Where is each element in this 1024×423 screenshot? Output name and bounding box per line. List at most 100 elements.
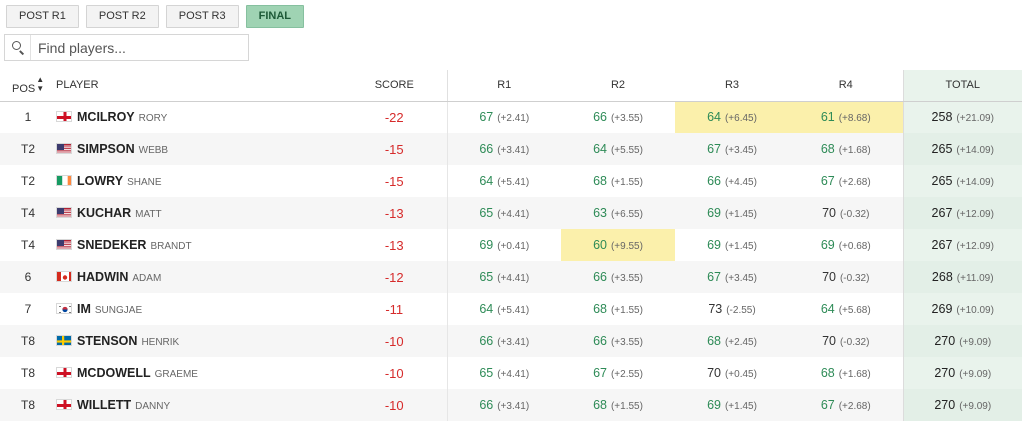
player-first-name: ADAM [132,273,162,284]
round-strokes-gained: (+0.45) [724,369,757,380]
player-last-name: KUCHAR [77,206,132,220]
round-strokes-gained: (+1.68) [838,369,871,380]
player-row[interactable]: T2 SIMPSON WEBB -15 66 (+3.41) 64 (+5.55) 67 (+3.… [0,133,1022,165]
round-1-cell: 66 (+3.41) [446,133,561,165]
score-cell: -13 [342,197,447,229]
total-strokes: 258 [931,110,953,125]
round-strokes: 64 [479,174,494,188]
total-strokes: 270 [934,366,956,380]
col-pos-header[interactable]: POS▲ ▼ [0,70,56,102]
col-r1-header[interactable]: R1 [446,70,561,102]
round-4-cell: 70 (-0.32) [789,261,903,293]
player-last-name: SIMPSON [77,142,135,156]
round-strokes: 69 [707,398,721,412]
round-strokes-gained: (+3.45) [724,273,757,284]
round-strokes-gained: (+2.68) [838,177,871,188]
player-cell[interactable]: HADWIN ADAM [56,261,342,293]
player-last-name: WILLETT [77,398,132,412]
round-2-cell: 68 (+1.55) [561,293,675,325]
total-strokes-gained: (+12.09) [956,209,994,220]
total-strokes: 268 [931,270,953,284]
round-2-cell: 66 (+3.55) [561,101,675,133]
player-row[interactable]: T4 SNEDEKER BRANDT -13 69 (+0.41) 60 (+9.55) 69(… [0,229,1022,261]
player-last-name: MCDOWELL [77,366,151,380]
total-cell: 265 (+14.09) [902,133,1022,165]
player-row[interactable]: 6 HADWIN ADAM -12 65 (+4.41) 66 (+3.55) 67 (+3.45… [0,261,1022,293]
round-strokes: 66 [593,110,607,125]
search-input[interactable] [31,36,241,59]
position-cell: T8 [20,366,35,380]
round-strokes-gained: (+2.68) [838,401,871,412]
round-strokes-gained: (+6.55) [610,209,643,220]
col-r2-header[interactable]: R2 [561,70,675,102]
total-strokes: 267 [931,206,953,220]
col-r4-header[interactable]: R4 [789,70,903,102]
col-score-header[interactable]: SCORE [342,70,447,102]
player-row[interactable]: T4 KUCHAR MATT -13 65 (+4.41) 63 (+6.55) 69 (+1.4… [0,197,1022,229]
player-row[interactable]: T8 WILLETT DANNY -10 66 (+3.41) 68 (+1.55) 69 (+1… [0,389,1022,421]
round-strokes-gained: (+1.45) [724,401,757,412]
round-strokes-gained: (+5.41) [497,305,530,316]
tab-final[interactable]: FINAL [245,5,305,28]
round-strokes: 70 [707,366,721,380]
player-first-name: WEBB [138,145,169,156]
player-cell[interactable]: LOWRY SHANE [56,165,342,197]
player-cell[interactable]: MCILROY RORY [56,101,342,133]
round-strokes-gained: (+1.55) [610,401,643,412]
round-tabs: POST R1 POST R2 POST R3 FINAL [6,5,311,28]
player-cell[interactable]: MCDOWELL GRAEME [56,357,342,389]
round-strokes-gained: (+2.55) [610,369,643,380]
round-strokes-gained: (+4.41) [497,273,530,284]
player-row[interactable]: T2 LOWRY SHANE -15 64 (+5.41) 68 (+1.55) 66 (+4.4… [0,165,1022,197]
round-strokes: 64 [707,110,721,125]
round-strokes: 68 [593,302,607,316]
round-3-cell: 69 (+1.45) [675,229,789,261]
round-strokes: 67 [820,174,835,188]
round-strokes: 60 [593,238,607,252]
player-cell[interactable]: WILLETT DANNY [56,389,342,421]
total-strokes: 269 [931,302,953,316]
col-player-header[interactable]: PLAYER [56,70,342,102]
korea-flag-icon [56,303,72,314]
round-strokes-gained: (+2.41) [497,113,530,125]
total-strokes: 267 [931,238,953,252]
player-row[interactable]: 7 IM SUNGJAE -11 64 (+5.41) 68 (+1.55) 73 (-2.55)… [0,293,1022,325]
player-cell[interactable]: STENSON HENRIK [56,325,342,357]
player-row[interactable]: T8 STENSON HENRIK -10 66 (+3.41) 66 (+3.55) 68 (+… [0,325,1022,357]
player-cell[interactable]: SNEDEKER BRANDT [56,229,342,261]
round-3-cell: 67 (+3.45) [675,133,789,165]
round-strokes: 64 [479,302,494,316]
player-row[interactable]: 1 MCILROY RORY -22 67 (+2.41) 66 (+3.55) 64 (+6.4… [0,101,1022,133]
round-strokes: 69 [707,206,721,220]
tab-post-r3[interactable]: POST R3 [165,5,239,28]
round-1-cell: 66 (+3.41) [446,389,561,421]
col-total-header[interactable]: TOTAL [902,70,1022,102]
total-strokes-gained: (+14.09) [956,145,994,156]
round-strokes-gained: (+9.55) [610,241,643,252]
round-strokes: 65 [479,270,494,284]
player-first-name: HENRIK [141,337,180,348]
position-cell: T8 [0,325,56,357]
player-cell[interactable]: SIMPSON WEBB [56,133,342,165]
score-cell: -10 [342,325,447,357]
col-r3-header[interactable]: R3 [675,70,789,102]
round-3-cell: 66 (+4.45) [675,165,789,197]
tab-post-r2[interactable]: POST R2 [85,5,159,28]
player-cell[interactable]: KUCHAR MATT [56,197,342,229]
round-strokes: 63 [593,206,607,220]
round-4-cell: 64 (+5.68) [789,293,903,325]
total-cell: 258 (+21.09) [902,101,1022,133]
position-cell: 1 [24,110,32,125]
total-strokes-gained: (+14.09) [956,177,994,188]
round-3-cell: 64 (+6.45) [675,101,789,133]
player-first-name: DANNY [135,401,171,412]
score-cell: -13 [384,237,404,253]
player-row[interactable]: T8 MCDOWELL GRAEME -10 65 (+4.41) 67 (+2.55) 70(… [0,357,1022,389]
round-4-cell: 70 (-0.32) [789,197,903,229]
player-cell[interactable]: IM SUNGJAE [56,293,342,325]
round-strokes-gained: (+3.41) [497,145,530,156]
tab-post-r1[interactable]: POST R1 [6,5,79,28]
round-strokes-gained: (-0.32) [839,209,870,220]
total-cell: 270 (+9.09) [902,389,1022,421]
round-strokes: 68 [820,366,835,380]
